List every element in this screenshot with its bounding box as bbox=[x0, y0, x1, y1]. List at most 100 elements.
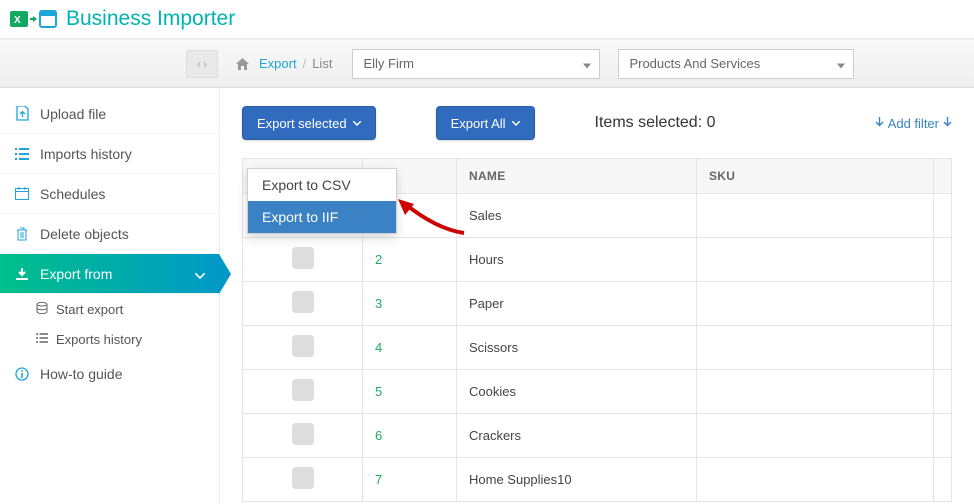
sidebar-item-label: Imports history bbox=[40, 146, 132, 162]
row-number-cell: 3 bbox=[363, 282, 457, 326]
items-selected-label: Items selected: 0 bbox=[595, 114, 716, 132]
app-header: X Business Importer bbox=[0, 0, 974, 40]
table-header-extra bbox=[934, 159, 952, 194]
sidebar-item-delete-objects[interactable]: Delete objects bbox=[0, 214, 219, 254]
table-row[interactable]: 3Paper bbox=[243, 282, 952, 326]
chevron-down-icon bbox=[195, 266, 205, 282]
chevron-down-icon bbox=[512, 118, 520, 129]
svg-text:X: X bbox=[14, 15, 21, 26]
table-row[interactable]: 5Cookies bbox=[243, 370, 952, 414]
toolbar: ‹ › Export / List Elly Firm Products And… bbox=[0, 40, 974, 88]
row-number: 7 bbox=[375, 472, 382, 487]
action-row: Export selected Export All Items selecte… bbox=[242, 106, 952, 140]
row-number: 3 bbox=[375, 296, 382, 311]
breadcrumb-link-export[interactable]: Export bbox=[259, 56, 297, 71]
row-sku-cell bbox=[697, 370, 934, 414]
add-filter-label: Add filter bbox=[888, 116, 939, 131]
row-extra-cell bbox=[934, 326, 952, 370]
row-checkbox[interactable] bbox=[292, 291, 314, 313]
row-sku-cell bbox=[697, 238, 934, 282]
row-extra-cell bbox=[934, 458, 952, 502]
row-checkbox-cell bbox=[243, 238, 363, 282]
export-selected-button[interactable]: Export selected bbox=[242, 106, 376, 140]
dropdown-item-export-iif[interactable]: Export to IIF bbox=[248, 201, 396, 233]
row-checkbox-cell bbox=[243, 370, 363, 414]
row-sku-cell bbox=[697, 414, 934, 458]
history-pager[interactable]: ‹ › bbox=[186, 50, 218, 78]
breadcrumb-separator: / bbox=[303, 56, 307, 71]
row-checkbox-cell bbox=[243, 458, 363, 502]
chevron-down-icon bbox=[353, 118, 361, 129]
row-number: 6 bbox=[375, 428, 382, 443]
row-name-cell: Sales bbox=[457, 194, 697, 238]
row-name-cell: Hours bbox=[457, 238, 697, 282]
sidebar-item-how-to-guide[interactable]: How-to guide bbox=[0, 354, 219, 394]
row-sku-cell bbox=[697, 282, 934, 326]
row-name-cell: Scissors bbox=[457, 326, 697, 370]
database-icon bbox=[36, 302, 48, 317]
row-number-cell: 5 bbox=[363, 370, 457, 414]
export-all-button[interactable]: Export All bbox=[436, 106, 535, 140]
export-dropdown-menu: Export to CSV Export to IIF bbox=[247, 168, 397, 234]
table-header-sku[interactable]: SKU bbox=[697, 159, 934, 194]
row-sku-cell bbox=[697, 194, 934, 238]
main-content: Export selected Export All Items selecte… bbox=[220, 88, 974, 504]
sidebar-subitem-label: Start export bbox=[56, 302, 123, 317]
row-extra-cell bbox=[934, 282, 952, 326]
trash-icon bbox=[14, 227, 30, 241]
row-checkbox[interactable] bbox=[292, 379, 314, 401]
sidebar-item-imports-history[interactable]: Imports history bbox=[0, 134, 219, 174]
breadcrumb: Export / List bbox=[236, 56, 332, 71]
list-icon bbox=[14, 148, 30, 160]
row-extra-cell bbox=[934, 414, 952, 458]
row-number-cell: 2 bbox=[363, 238, 457, 282]
entity-type-select[interactable]: Products And Services bbox=[618, 49, 854, 79]
row-checkbox[interactable] bbox=[292, 335, 314, 357]
brand: X Business Importer bbox=[10, 7, 235, 31]
company-select-value: Elly Firm bbox=[363, 56, 414, 71]
row-checkbox[interactable] bbox=[292, 467, 314, 489]
sidebar-subitem-exports-history[interactable]: Exports history bbox=[0, 324, 219, 354]
breadcrumb-current: List bbox=[312, 56, 332, 71]
brand-logo-icon: X bbox=[10, 8, 58, 30]
row-number-cell: 6 bbox=[363, 414, 457, 458]
row-name-cell: Crackers bbox=[457, 414, 697, 458]
chevron-right-icon: › bbox=[203, 58, 207, 70]
table-row[interactable]: 6 Crackers bbox=[243, 414, 952, 458]
sidebar-subitem-label: Exports history bbox=[56, 332, 142, 347]
button-label: Export selected bbox=[257, 116, 347, 131]
sidebar-item-label: How-to guide bbox=[40, 366, 123, 382]
dropdown-item-export-csv[interactable]: Export to CSV bbox=[248, 169, 396, 201]
company-select[interactable]: Elly Firm bbox=[352, 49, 600, 79]
row-number: 4 bbox=[375, 340, 382, 355]
caret-down-icon bbox=[583, 56, 591, 71]
row-checkbox[interactable] bbox=[292, 247, 314, 269]
row-number-cell: 4 bbox=[363, 326, 457, 370]
row-name-cell: Cookies bbox=[457, 370, 697, 414]
table-header-name[interactable]: NAME bbox=[457, 159, 697, 194]
download-arrow-icon bbox=[875, 116, 884, 131]
row-name-cell: Home Supplies10 bbox=[457, 458, 697, 502]
row-sku-cell bbox=[697, 458, 934, 502]
sidebar-item-label: Delete objects bbox=[40, 226, 129, 242]
entity-type-select-value: Products And Services bbox=[629, 56, 760, 71]
row-checkbox-cell bbox=[243, 326, 363, 370]
table-row[interactable]: 7 Home Supplies10 bbox=[243, 458, 952, 502]
download-arrow-icon bbox=[943, 116, 952, 131]
file-upload-icon bbox=[14, 106, 30, 121]
table-row[interactable]: 2 Hours bbox=[243, 238, 952, 282]
sidebar-item-label: Upload file bbox=[40, 106, 106, 122]
download-icon bbox=[14, 267, 30, 281]
list-icon bbox=[36, 332, 48, 346]
sidebar-item-upload-file[interactable]: Upload file bbox=[0, 94, 219, 134]
home-icon bbox=[236, 58, 249, 70]
add-filter-link[interactable]: Add filter bbox=[875, 116, 952, 131]
row-checkbox[interactable] bbox=[292, 423, 314, 445]
row-checkbox-cell bbox=[243, 282, 363, 326]
sidebar-item-schedules[interactable]: Schedules bbox=[0, 174, 219, 214]
table-row[interactable]: 4 Scissors bbox=[243, 326, 952, 370]
sidebar-item-export-from[interactable]: Export from bbox=[0, 254, 219, 294]
sidebar-subitem-start-export[interactable]: Start export bbox=[0, 294, 219, 324]
row-extra-cell bbox=[934, 370, 952, 414]
row-number: 2 bbox=[375, 252, 382, 267]
